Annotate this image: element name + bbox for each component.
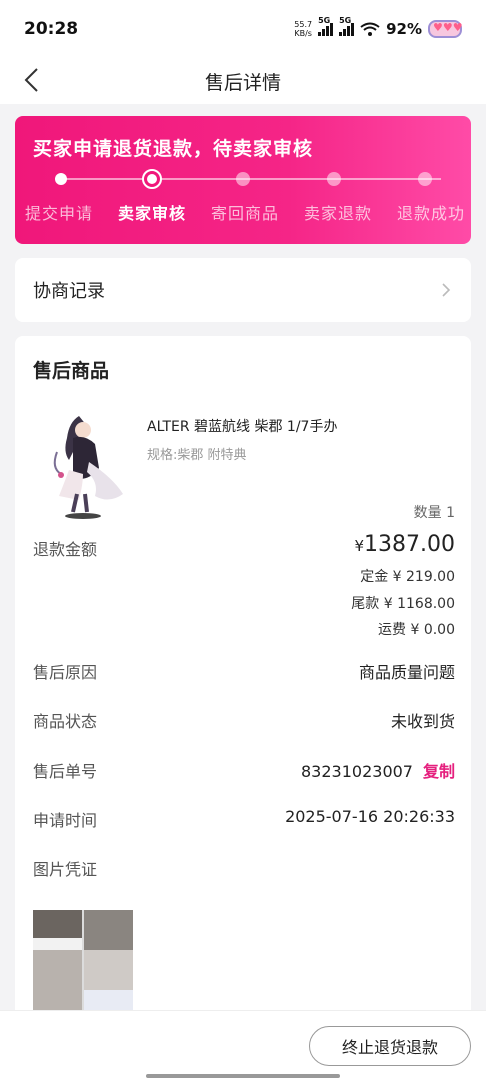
goods-status-label: 商品状态: [33, 712, 98, 731]
signal-icon-2: 5G: [339, 16, 355, 36]
signal-icon: 5G: [318, 16, 334, 36]
negotiation-record-row[interactable]: 协商记录: [15, 258, 471, 322]
apply-time-label: 申请时间: [33, 811, 98, 830]
net-speed: 55.7 KB/s: [294, 20, 313, 38]
refund-amount-value: 1387.00: [364, 532, 455, 557]
goods-status-value: 未收到货: [390, 712, 455, 731]
step-dot-3: [236, 172, 250, 186]
chevron-left-icon: [24, 68, 38, 92]
reason-label: 售后原因: [33, 663, 98, 682]
section-title: 售后商品: [33, 360, 110, 382]
step-dot-4: [327, 172, 341, 186]
product-figure-image[interactable]: [39, 408, 135, 520]
step-label-4: 卖家退款: [303, 204, 372, 223]
end-return-refund-button[interactable]: 终止退货退款: [309, 1026, 471, 1066]
battery-percent: 92%: [386, 20, 422, 38]
product-quantity: 数量 1: [413, 505, 455, 521]
step-dot-5: [418, 172, 432, 186]
status-icons: 55.7 KB/s 5G 5G 92%: [294, 16, 463, 38]
progress-card: 买家申请退货退款，待卖家审核 提交申请 卖家审核 寄回商品 卖家退款 退款成功: [15, 116, 471, 244]
status-bar: 20:28 55.7 KB/s 5G 5G 92%: [0, 0, 486, 58]
order-number-row: 83231023007 复制: [301, 758, 455, 782]
deposit-amount: 定金 ¥ 219.00: [360, 569, 455, 585]
product-name: ALTER 碧蓝航线 柴郡 1/7手办: [147, 419, 338, 435]
order-number-label: 售后单号: [33, 762, 98, 781]
progress-title: 买家申请退货退款，待卖家审核: [33, 138, 314, 160]
step-label-5: 退款成功: [396, 204, 465, 223]
apply-time-value: 2025-07-16 20:26:33: [285, 807, 455, 826]
home-indicator: [146, 1074, 340, 1078]
battery-icon: [428, 20, 463, 38]
step-dot-1: [55, 173, 67, 185]
proof-image[interactable]: [33, 910, 133, 1010]
page-title: 售后详情: [204, 71, 281, 94]
step-label-3: 寄回商品: [210, 204, 279, 223]
progress-track: [61, 178, 441, 180]
shipping-amount: 运费 ¥ 0.00: [378, 622, 455, 638]
balance-amount: 尾款 ¥ 1168.00: [351, 596, 455, 612]
chevron-right-icon: [442, 283, 451, 297]
nav-bar: 售后详情: [0, 58, 486, 104]
status-time: 20:28: [24, 19, 79, 39]
step-label-2: 卖家审核: [117, 204, 186, 223]
after-sale-detail-card: 售后商品 ALTER 碧蓝航线 柴郡 1/7手办 规格:柴郡 附特典 数量 1 …: [15, 336, 471, 1080]
currency-symbol: ¥: [354, 537, 365, 555]
step-dot-2: [142, 169, 162, 189]
progress-steps: 提交申请 卖家审核 寄回商品 卖家退款 退款成功: [25, 200, 465, 224]
back-button[interactable]: [20, 66, 48, 94]
order-number-value: 83231023007: [301, 762, 413, 781]
proof-label: 图片凭证: [33, 860, 98, 879]
negotiation-label: 协商记录: [33, 281, 105, 302]
bottom-action-bar: 终止退货退款: [0, 1010, 486, 1080]
product-spec: 规格:柴郡 附特典: [147, 448, 247, 463]
copy-button[interactable]: 复制: [423, 762, 455, 781]
refund-amount: ¥1387.00: [354, 532, 455, 557]
step-label-1: 提交申请: [25, 204, 94, 223]
wifi-icon: [360, 22, 380, 36]
reason-value: 商品质量问题: [358, 663, 455, 682]
refund-amount-label: 退款金额: [33, 540, 98, 559]
